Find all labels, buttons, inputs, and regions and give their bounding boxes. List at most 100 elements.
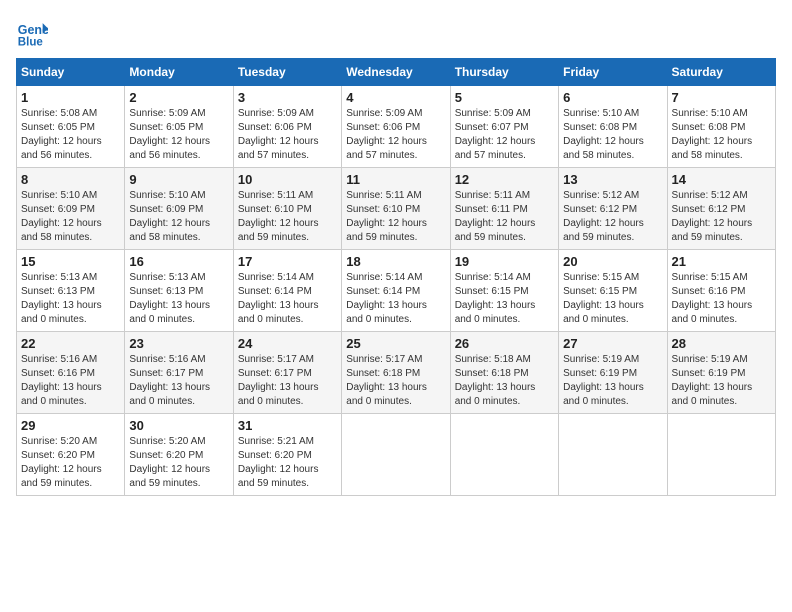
calendar-cell: 2Sunrise: 5:09 AMSunset: 6:05 PMDaylight… <box>125 86 233 168</box>
day-number: 19 <box>455 254 554 269</box>
day-info: Sunrise: 5:09 AMSunset: 6:06 PMDaylight:… <box>238 107 337 163</box>
day-number: 24 <box>238 336 337 351</box>
calendar-cell: 3 Sunrise: 5:09 AMSunset: 6:06 PMDaylight… <box>233 86 341 168</box>
day-number: 6 <box>563 90 662 105</box>
week-row-1: 1 Sunrise: 5:08 AMSunset: 6:05 PMDaylight… <box>17 86 776 168</box>
day-info: Sunrise: 5:18 AMSunset: 6:18 PMDaylight:… <box>455 353 554 409</box>
calendar-cell: 26 Sunrise: 5:18 AMSunset: 6:18 PMDayligh… <box>450 332 558 414</box>
calendar-cell: 22 Sunrise: 5:16 AMSunset: 6:16 PMDayligh… <box>17 332 125 414</box>
week-row-4: 22 Sunrise: 5:16 AMSunset: 6:16 PMDayligh… <box>17 332 776 414</box>
logo: General Blue <box>16 16 52 48</box>
day-info: Sunrise: 5:14 AMSunset: 6:15 PMDaylight:… <box>455 271 554 327</box>
day-number: 17 <box>238 254 337 269</box>
day-info: Sunrise: 5:12 AMSunset: 6:12 PMDaylight:… <box>563 189 662 245</box>
day-number: 1 <box>21 90 120 105</box>
calendar-cell: 7Sunrise: 5:10 AMSunset: 6:08 PMDaylight… <box>667 86 775 168</box>
day-info: Sunrise: 5:15 AMSunset: 6:15 PMDaylight:… <box>563 271 662 327</box>
day-info: Sunrise: 5:10 AMSunset: 6:08 PMDaylight:… <box>672 107 771 163</box>
day-number: 4 <box>346 90 445 105</box>
calendar-table: SundayMondayTuesdayWednesdayThursdayFrid… <box>16 58 776 496</box>
day-number: 5 <box>455 90 554 105</box>
day-number: 20 <box>563 254 662 269</box>
day-number: 23 <box>129 336 228 351</box>
day-info: Sunrise: 5:14 AMSunset: 6:14 PMDaylight:… <box>346 271 445 327</box>
day-number: 31 <box>238 418 337 433</box>
day-number: 27 <box>563 336 662 351</box>
day-number: 21 <box>672 254 771 269</box>
calendar-cell: 17 Sunrise: 5:14 AMSunset: 6:14 PMDayligh… <box>233 250 341 332</box>
calendar-cell: 25 Sunrise: 5:17 AMSunset: 6:18 PMDayligh… <box>342 332 450 414</box>
col-header-wednesday: Wednesday <box>342 59 450 86</box>
day-info: Sunrise: 5:16 AMSunset: 6:16 PMDaylight:… <box>21 353 120 409</box>
day-info: Sunrise: 5:17 AMSunset: 6:17 PMDaylight:… <box>238 353 337 409</box>
day-info: Sunrise: 5:20 AMSunset: 6:20 PMDaylight:… <box>21 435 120 491</box>
day-number: 22 <box>21 336 120 351</box>
day-number: 12 <box>455 172 554 187</box>
day-info: Sunrise: 5:10 AMSunset: 6:08 PMDaylight:… <box>563 107 662 163</box>
day-number: 16 <box>129 254 228 269</box>
calendar-cell: 30 Sunrise: 5:20 AMSunset: 6:20 PMDayligh… <box>125 414 233 496</box>
day-info: Sunrise: 5:19 AMSunset: 6:19 PMDaylight:… <box>563 353 662 409</box>
day-info: Sunrise: 5:08 AMSunset: 6:05 PMDaylight:… <box>21 107 120 163</box>
week-row-3: 15Sunrise: 5:13 AMSunset: 6:13 PMDayligh… <box>17 250 776 332</box>
day-info: Sunrise: 5:13 AMSunset: 6:13 PMDaylight:… <box>21 271 120 327</box>
day-number: 26 <box>455 336 554 351</box>
calendar-cell: 29 Sunrise: 5:20 AMSunset: 6:20 PMDayligh… <box>17 414 125 496</box>
calendar-cell: 4Sunrise: 5:09 AMSunset: 6:06 PMDaylight… <box>342 86 450 168</box>
calendar-cell: 10 Sunrise: 5:11 AMSunset: 6:10 PMDayligh… <box>233 168 341 250</box>
calendar-cell: 9 Sunrise: 5:10 AMSunset: 6:09 PMDaylight… <box>125 168 233 250</box>
day-info: Sunrise: 5:20 AMSunset: 6:20 PMDaylight:… <box>129 435 228 491</box>
day-info: Sunrise: 5:13 AMSunset: 6:13 PMDaylight:… <box>129 271 228 327</box>
calendar-cell <box>667 414 775 496</box>
day-number: 14 <box>672 172 771 187</box>
day-info: Sunrise: 5:14 AMSunset: 6:14 PMDaylight:… <box>238 271 337 327</box>
day-info: Sunrise: 5:11 AMSunset: 6:10 PMDaylight:… <box>346 189 445 245</box>
day-info: Sunrise: 5:09 AMSunset: 6:07 PMDaylight:… <box>455 107 554 163</box>
day-info: Sunrise: 5:15 AMSunset: 6:16 PMDaylight:… <box>672 271 771 327</box>
day-info: Sunrise: 5:09 AMSunset: 6:05 PMDaylight:… <box>129 107 228 163</box>
day-info: Sunrise: 5:19 AMSunset: 6:19 PMDaylight:… <box>672 353 771 409</box>
day-number: 25 <box>346 336 445 351</box>
day-info: Sunrise: 5:11 AMSunset: 6:10 PMDaylight:… <box>238 189 337 245</box>
calendar-cell <box>342 414 450 496</box>
calendar-cell: 23 Sunrise: 5:16 AMSunset: 6:17 PMDayligh… <box>125 332 233 414</box>
calendar-cell: 21 Sunrise: 5:15 AMSunset: 6:16 PMDayligh… <box>667 250 775 332</box>
day-number: 3 <box>238 90 337 105</box>
day-info: Sunrise: 5:21 AMSunset: 6:20 PMDaylight:… <box>238 435 337 491</box>
calendar-cell: 20 Sunrise: 5:15 AMSunset: 6:15 PMDayligh… <box>559 250 667 332</box>
calendar-cell: 18Sunrise: 5:14 AMSunset: 6:14 PMDayligh… <box>342 250 450 332</box>
calendar-cell <box>559 414 667 496</box>
calendar-cell: 6 Sunrise: 5:10 AMSunset: 6:08 PMDaylight… <box>559 86 667 168</box>
col-header-saturday: Saturday <box>667 59 775 86</box>
day-info: Sunrise: 5:12 AMSunset: 6:12 PMDaylight:… <box>672 189 771 245</box>
day-info: Sunrise: 5:16 AMSunset: 6:17 PMDaylight:… <box>129 353 228 409</box>
calendar-cell: 14 Sunrise: 5:12 AMSunset: 6:12 PMDayligh… <box>667 168 775 250</box>
calendar-cell <box>450 414 558 496</box>
col-header-thursday: Thursday <box>450 59 558 86</box>
calendar-cell: 8 Sunrise: 5:10 AMSunset: 6:09 PMDaylight… <box>17 168 125 250</box>
calendar-cell: 28Sunrise: 5:19 AMSunset: 6:19 PMDayligh… <box>667 332 775 414</box>
col-header-friday: Friday <box>559 59 667 86</box>
calendar-cell: 11Sunrise: 5:11 AMSunset: 6:10 PMDayligh… <box>342 168 450 250</box>
day-number: 10 <box>238 172 337 187</box>
col-header-sunday: Sunday <box>17 59 125 86</box>
day-number: 30 <box>129 418 228 433</box>
calendar-cell: 12 Sunrise: 5:11 AMSunset: 6:11 PMDayligh… <box>450 168 558 250</box>
day-number: 29 <box>21 418 120 433</box>
calendar-cell: 16 Sunrise: 5:13 AMSunset: 6:13 PMDayligh… <box>125 250 233 332</box>
day-info: Sunrise: 5:10 AMSunset: 6:09 PMDaylight:… <box>129 189 228 245</box>
day-info: Sunrise: 5:17 AMSunset: 6:18 PMDaylight:… <box>346 353 445 409</box>
day-number: 8 <box>21 172 120 187</box>
col-header-tuesday: Tuesday <box>233 59 341 86</box>
page-header: General Blue <box>16 16 776 48</box>
calendar-header-row: SundayMondayTuesdayWednesdayThursdayFrid… <box>17 59 776 86</box>
day-info: Sunrise: 5:10 AMSunset: 6:09 PMDaylight:… <box>21 189 120 245</box>
day-info: Sunrise: 5:11 AMSunset: 6:11 PMDaylight:… <box>455 189 554 245</box>
calendar-cell: 5 Sunrise: 5:09 AMSunset: 6:07 PMDaylight… <box>450 86 558 168</box>
col-header-monday: Monday <box>125 59 233 86</box>
calendar-cell: 27 Sunrise: 5:19 AMSunset: 6:19 PMDayligh… <box>559 332 667 414</box>
calendar-cell: 15Sunrise: 5:13 AMSunset: 6:13 PMDayligh… <box>17 250 125 332</box>
week-row-5: 29 Sunrise: 5:20 AMSunset: 6:20 PMDayligh… <box>17 414 776 496</box>
day-number: 9 <box>129 172 228 187</box>
calendar-cell: 1 Sunrise: 5:08 AMSunset: 6:05 PMDaylight… <box>17 86 125 168</box>
